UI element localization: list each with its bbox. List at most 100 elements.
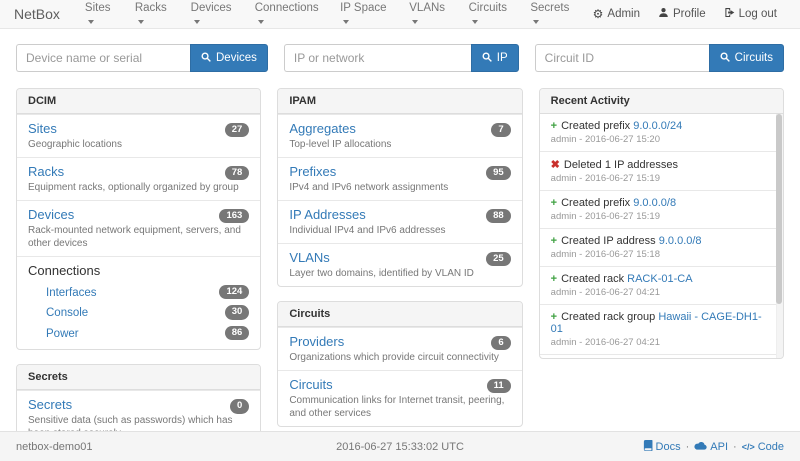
- circuits-description: Communication links for Internet transit…: [289, 394, 510, 420]
- circuit-search-button[interactable]: Circuits: [709, 44, 784, 72]
- ip-search-group: IP: [284, 44, 519, 72]
- admin-link[interactable]: ⚙ Admin: [584, 8, 649, 20]
- device-search-input[interactable]: [16, 44, 190, 72]
- menu-circuits[interactable]: Circuits: [460, 0, 522, 28]
- menu-secrets[interactable]: Secrets: [521, 0, 583, 28]
- activity-action: Created rack group: [561, 311, 655, 323]
- power-count-badge: 86: [225, 326, 250, 340]
- code-icon: </>: [742, 442, 755, 452]
- api-link[interactable]: API: [694, 441, 728, 453]
- connections-sublist: 124 Interfaces 30 Console 86 Power: [28, 282, 249, 343]
- console-link[interactable]: Console: [46, 307, 88, 319]
- racks-link[interactable]: Racks: [28, 164, 64, 179]
- main-menu: Sites Racks Devices Connections IP Space…: [76, 0, 584, 28]
- ip-addresses-description: Individual IPv4 and IPv6 addresses: [289, 224, 510, 237]
- vlans-link[interactable]: VLANs: [289, 250, 329, 265]
- activity-object-link[interactable]: 9.0.0.0/8: [633, 197, 676, 209]
- aggregates-link[interactable]: Aggregates: [289, 121, 356, 136]
- activity-item: +Created rack RACK-01-CA admin - 2016-06…: [540, 266, 783, 304]
- column-dcim: DCIM 27 Sites Geographic locations 78 Ra…: [16, 88, 261, 447]
- list-item-console: 30 Console: [28, 302, 249, 322]
- menu-ip-space[interactable]: IP Space: [331, 0, 400, 28]
- circuit-search-label: Circuits: [735, 52, 773, 64]
- activity-action: Deleted 1 IP addresses: [564, 159, 678, 171]
- menu-sites[interactable]: Sites: [76, 0, 126, 28]
- activity-item: +Created prefix 9.0.0.0/24 admin - 2016-…: [540, 114, 783, 151]
- recent-activity-title: Recent Activity: [540, 89, 783, 114]
- profile-link[interactable]: Profile: [649, 7, 715, 21]
- logout-icon: [724, 7, 735, 21]
- menu-vlans[interactable]: VLANs: [400, 0, 459, 28]
- activity-action: Created IP address: [561, 235, 656, 247]
- circuit-search-group: Circuits: [535, 44, 784, 72]
- secrets-link[interactable]: Secrets: [28, 397, 72, 412]
- chevron-down-icon: [258, 20, 264, 24]
- list-item-aggregates: 7 Aggregates Top-level IP allocations: [278, 114, 521, 157]
- api-label: API: [710, 441, 728, 453]
- dcim-panel: DCIM 27 Sites Geographic locations 78 Ra…: [16, 88, 261, 350]
- menu-racks[interactable]: Racks: [126, 0, 182, 28]
- vlans-count-badge: 25: [486, 252, 511, 266]
- code-link[interactable]: </> Code: [742, 441, 784, 453]
- circuits-panel-title: Circuits: [278, 302, 521, 327]
- activity-meta: admin - 2016-06-27 15:19: [551, 173, 767, 184]
- scrollbar-thumb[interactable]: [776, 114, 782, 304]
- activity-action: Created rack: [561, 273, 624, 285]
- secrets-count-badge: 0: [230, 399, 249, 413]
- list-item-devices: 163 Devices Rack-mounted network equipme…: [17, 200, 260, 256]
- devices-count-badge: 163: [219, 209, 249, 223]
- sites-link[interactable]: Sites: [28, 121, 57, 136]
- dcim-panel-title: DCIM: [17, 89, 260, 114]
- secrets-panel-title: Secrets: [17, 365, 260, 390]
- activity-meta: admin - 2016-06-27 04:21: [551, 287, 767, 298]
- circuits-link[interactable]: Circuits: [289, 377, 332, 392]
- activity-object-link[interactable]: 9.0.0.0/8: [659, 235, 702, 247]
- activity-scrollbar[interactable]: [776, 114, 783, 358]
- logout-link[interactable]: Log out: [715, 7, 786, 21]
- prefixes-count-badge: 95: [486, 166, 511, 180]
- console-count-badge: 30: [225, 305, 250, 319]
- plus-icon: +: [551, 120, 557, 132]
- vlans-description: Layer two domains, identified by VLAN ID: [289, 267, 510, 280]
- list-item-vlans: 25 VLANs Layer two domains, identified b…: [278, 243, 521, 286]
- activity-meta: admin - 2016-06-27 04:21: [551, 337, 767, 348]
- activity-object-link[interactable]: 9.0.0.0/24: [633, 120, 682, 132]
- menu-devices[interactable]: Devices: [182, 0, 246, 28]
- docs-link[interactable]: Docs: [643, 440, 681, 454]
- sites-description: Geographic locations: [28, 138, 249, 151]
- interfaces-link[interactable]: Interfaces: [46, 287, 97, 299]
- providers-link[interactable]: Providers: [289, 334, 344, 349]
- column-activity: Recent Activity +Created prefix 9.0.0.0/…: [539, 88, 784, 359]
- activity-item: ✖Deleted 1 IP addresses admin - 2016-06-…: [540, 151, 783, 190]
- power-link[interactable]: Power: [46, 328, 79, 340]
- device-search-button[interactable]: Devices: [190, 44, 268, 72]
- ip-search-button[interactable]: IP: [471, 44, 519, 72]
- list-item-circuits: 11 Circuits Communication links for Inte…: [278, 370, 521, 426]
- ip-addresses-link[interactable]: IP Addresses: [289, 207, 365, 222]
- book-icon: [643, 440, 653, 454]
- devices-description: Rack-mounted network equipment, servers,…: [28, 224, 249, 250]
- top-navbar: NetBox Sites Racks Devices Connections I…: [0, 0, 800, 29]
- ip-search-label: IP: [497, 52, 508, 64]
- devices-link[interactable]: Devices: [28, 207, 74, 222]
- activity-list: +Created prefix 9.0.0.0/24 admin - 2016-…: [540, 114, 783, 358]
- list-item-prefixes: 95 Prefixes IPv4 and IPv6 network assign…: [278, 157, 521, 200]
- cloud-icon: [694, 441, 707, 453]
- admin-label: Admin: [607, 8, 640, 20]
- device-search-group: Devices: [16, 44, 268, 72]
- brand-logo[interactable]: NetBox: [14, 6, 60, 22]
- prefixes-link[interactable]: Prefixes: [289, 164, 336, 179]
- list-item-racks: 78 Racks Equipment racks, optionally org…: [17, 157, 260, 200]
- navbar-right: ⚙ Admin Profile Log out: [584, 7, 786, 21]
- chevron-down-icon: [412, 20, 418, 24]
- activity-item: +Created IP address 9.0.0.0/8 admin - 20…: [540, 228, 783, 266]
- user-icon: [658, 7, 669, 21]
- dashboard-panels: DCIM 27 Sites Geographic locations 78 Ra…: [16, 88, 784, 447]
- circuit-search-input[interactable]: [535, 44, 709, 72]
- menu-connections[interactable]: Connections: [246, 0, 331, 28]
- activity-object-link[interactable]: RACK-01-CA: [627, 273, 692, 285]
- ip-search-input[interactable]: [284, 44, 471, 72]
- activity-item: +Created prefix 9.0.0.0/8 admin - 2016-0…: [540, 190, 783, 228]
- chevron-down-icon: [138, 20, 144, 24]
- recent-activity-panel: Recent Activity +Created prefix 9.0.0.0/…: [539, 88, 784, 359]
